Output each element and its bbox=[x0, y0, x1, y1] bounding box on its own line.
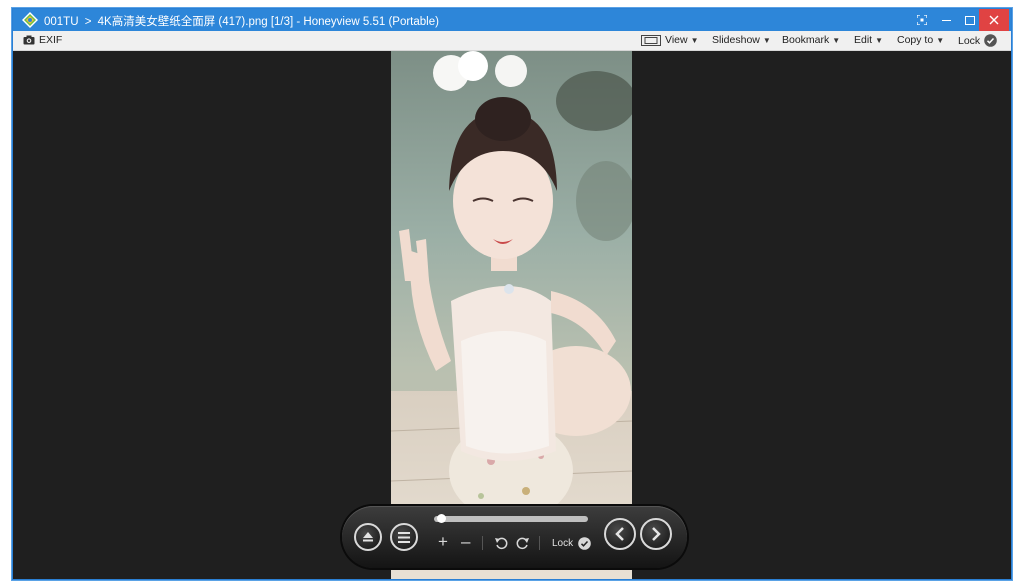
view-menu[interactable]: View ▼ bbox=[641, 34, 699, 46]
minimize-button[interactable] bbox=[933, 9, 959, 31]
close-icon bbox=[989, 15, 999, 25]
chevron-down-icon: ▼ bbox=[936, 35, 945, 45]
exif-button[interactable]: EXIF bbox=[23, 34, 62, 46]
bookmark-menu[interactable]: Bookmark ▼ bbox=[782, 34, 840, 46]
exif-label: EXIF bbox=[39, 34, 63, 46]
chevron-down-icon: ▼ bbox=[762, 35, 771, 45]
seek-bar[interactable] bbox=[434, 514, 588, 523]
close-button[interactable] bbox=[979, 9, 1009, 31]
previous-button[interactable] bbox=[604, 518, 636, 550]
edit-menu[interactable]: Edit ▼ bbox=[854, 34, 883, 46]
rotate-right-icon[interactable] bbox=[516, 536, 530, 550]
title-folder: 001TU bbox=[44, 16, 79, 28]
lock-label: Lock bbox=[958, 34, 981, 47]
control-divider bbox=[539, 536, 540, 550]
app-window: 001TU > 4K高清美女壁纸全面屏 (417).png [1/3] - Ho… bbox=[12, 8, 1012, 580]
menu-button[interactable] bbox=[390, 523, 418, 551]
zoom-in-icon[interactable]: + bbox=[438, 533, 448, 550]
seek-knob[interactable] bbox=[437, 514, 446, 523]
lock-toggle[interactable]: Lock bbox=[958, 34, 997, 47]
title-bar[interactable]: 001TU > 4K高清美女壁纸全面屏 (417).png [1/3] - Ho… bbox=[13, 9, 1011, 31]
lock-toggle-label[interactable]: Lock bbox=[552, 538, 573, 549]
camera-icon bbox=[23, 35, 35, 45]
window-title: 001TU > 4K高清美女壁纸全面屏 (417).png [1/3] - Ho… bbox=[44, 13, 439, 29]
image-viewer[interactable]: + – Lock bbox=[13, 51, 1011, 579]
rotate-left-icon[interactable] bbox=[494, 536, 508, 550]
toolbar: EXIF View ▼ Slideshow ▼ Bookmark ▼ Edit … bbox=[13, 31, 1011, 51]
edit-label: Edit bbox=[854, 34, 873, 46]
title-file: 4K高清美女壁纸全面屏 (417).png [1/3] - Honeyview … bbox=[97, 16, 439, 28]
eject-icon bbox=[363, 532, 373, 542]
title-separator: > bbox=[84, 16, 92, 28]
fullscreen-icon bbox=[917, 15, 927, 25]
copy-to-label: Copy to bbox=[897, 34, 934, 46]
honeyview-app-icon bbox=[22, 12, 38, 28]
menu-icon bbox=[398, 531, 410, 543]
control-divider bbox=[482, 536, 483, 550]
chevron-down-icon: ▼ bbox=[690, 35, 699, 45]
previous-icon bbox=[615, 527, 624, 541]
slideshow-menu[interactable]: Slideshow ▼ bbox=[712, 34, 771, 46]
minimize-icon bbox=[941, 19, 951, 21]
maximize-icon bbox=[965, 15, 975, 25]
fullscreen-button[interactable] bbox=[909, 9, 935, 31]
eject-button[interactable] bbox=[354, 523, 382, 551]
chevron-down-icon: ▼ bbox=[832, 35, 841, 45]
lock-check-icon[interactable] bbox=[578, 537, 591, 550]
chevron-down-icon: ▼ bbox=[875, 35, 884, 45]
control-bar: + – Lock bbox=[342, 506, 687, 568]
view-label: View bbox=[665, 34, 688, 46]
copy-to-menu[interactable]: Copy to ▼ bbox=[897, 34, 944, 46]
zoom-out-icon[interactable]: – bbox=[461, 533, 470, 550]
slideshow-label: Slideshow bbox=[712, 34, 760, 46]
filmstrip-icon bbox=[641, 34, 661, 46]
next-icon bbox=[652, 527, 661, 541]
lock-check-icon bbox=[984, 34, 997, 47]
next-button[interactable] bbox=[640, 518, 672, 550]
bookmark-label: Bookmark bbox=[782, 34, 830, 46]
displayed-photo bbox=[391, 51, 632, 579]
